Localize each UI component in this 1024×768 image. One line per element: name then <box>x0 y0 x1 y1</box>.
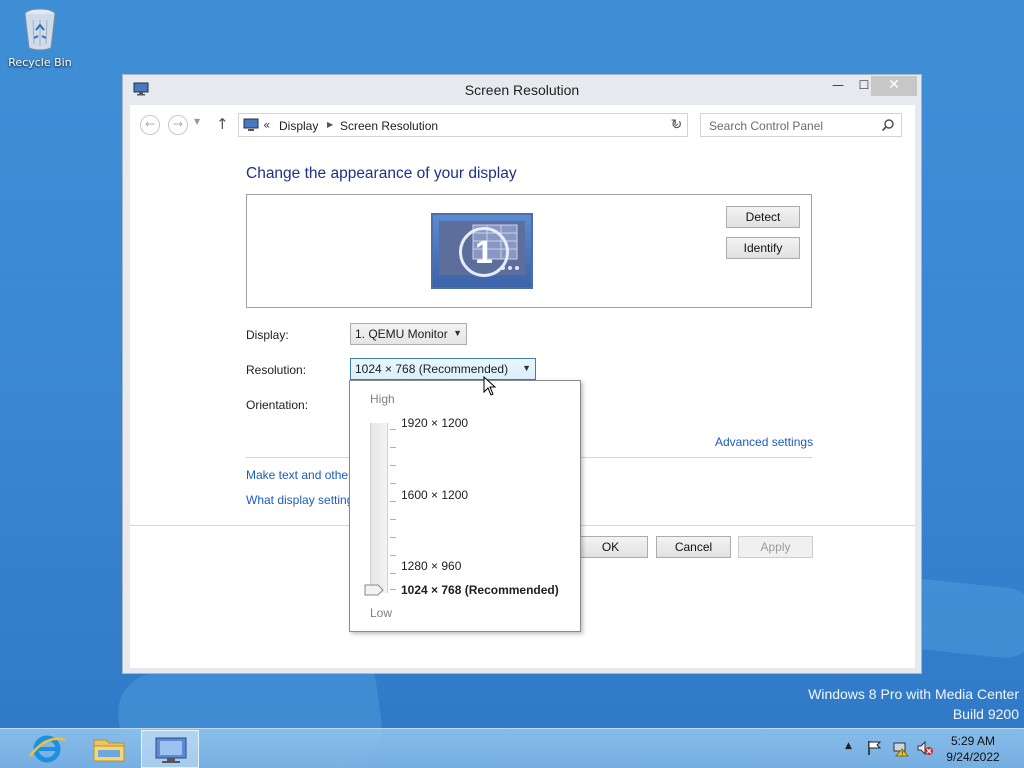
folder-icon <box>93 739 125 762</box>
slider-tick <box>390 501 396 502</box>
slider-tick <box>390 483 396 484</box>
clock-date: 9/24/2022 <box>946 750 1000 764</box>
volume-muted-icon[interactable] <box>916 739 934 757</box>
slider-low-label: Low <box>370 606 393 620</box>
slider-high-label: High <box>370 392 395 406</box>
breadcrumb-screen-resolution[interactable]: Screen Resolution <box>340 119 438 133</box>
taskbar: ▲ ! 5:29 AM 9/24/2022 <box>0 728 1024 768</box>
watermark-build: Build 9200 <box>952 706 1019 722</box>
clock-time: 5:29 AM <box>950 734 996 748</box>
action-center-flag-icon[interactable] <box>866 739 884 757</box>
slider-thumb[interactable] <box>364 584 384 596</box>
os-watermark: Windows 8 Pro with Media Center Build 92… <box>808 684 1019 724</box>
detect-button[interactable]: Detect <box>726 206 800 228</box>
resolution-option[interactable]: 1920 × 1200 <box>401 416 468 430</box>
recent-locations-chevron-icon[interactable]: ▼ <box>194 117 200 126</box>
monitor-1-thumbnail[interactable]: 1 <box>431 213 533 289</box>
file-explorer-taskbar-button[interactable] <box>80 730 138 768</box>
orientation-label: Orientation: <box>246 398 309 412</box>
show-hidden-icons-chevron[interactable]: ▲ <box>845 741 852 751</box>
display-label: Display: <box>246 328 289 342</box>
slider-tick <box>390 447 396 448</box>
resolution-slider-flyout: High 1920 × 1200 1600 × 1200 1280 × 960 … <box>349 380 581 632</box>
taskbar-clock[interactable]: 5:29 AM 9/24/2022 <box>940 733 1006 765</box>
back-arrow-icon[interactable]: ← <box>140 115 160 135</box>
up-arrow-icon[interactable]: ↑ <box>216 115 229 133</box>
svg-text:!: ! <box>901 751 903 758</box>
resolution-slider-track[interactable] <box>370 423 388 593</box>
slider-tick <box>390 519 396 520</box>
resolution-label: Resolution: <box>246 363 307 377</box>
slider-tick <box>390 537 396 538</box>
monitor-number: 1 <box>459 227 509 277</box>
title-bar[interactable]: Screen Resolution — ☐ ✕ <box>123 75 921 105</box>
watermark-edition: Windows 8 Pro with Media Center <box>808 686 1019 702</box>
control-panel-location-icon <box>243 118 259 135</box>
mouse-pointer-icon <box>483 375 497 399</box>
resolution-option-selected[interactable]: 1024 × 768 (Recommended) <box>401 583 559 597</box>
resolution-select[interactable]: 1024 × 768 (Recommended) ▼ <box>350 358 536 380</box>
forward-arrow-icon[interactable]: → <box>168 115 188 135</box>
refresh-icon[interactable]: ↻ <box>666 113 688 137</box>
address-bar[interactable]: « Display ▶ Screen Resolution ⌄ <box>238 113 688 137</box>
breadcrumb-display[interactable]: Display <box>279 119 318 133</box>
minimize-button[interactable]: — <box>825 76 851 96</box>
breadcrumb-separator-icon[interactable]: ▶ <box>327 120 333 129</box>
slider-tick <box>390 589 396 590</box>
slider-tick <box>390 555 396 556</box>
display-select[interactable]: 1. QEMU Monitor ▼ <box>350 323 467 345</box>
display-select-value: 1. QEMU Monitor <box>355 327 448 341</box>
window-title: Screen Resolution <box>464 82 580 98</box>
close-button[interactable]: ✕ <box>871 76 917 96</box>
network-warning-icon[interactable]: ! <box>892 739 910 758</box>
internet-explorer-icon <box>29 735 66 763</box>
chevron-down-icon: ▼ <box>453 328 462 338</box>
search-control-panel-input[interactable]: Search Control Panel <box>700 113 902 137</box>
search-placeholder: Search Control Panel <box>709 119 824 133</box>
display-settings-help-link[interactable]: What display setting <box>246 493 353 507</box>
monitor-screen: 1 <box>439 221 525 277</box>
control-panel-taskbar-button[interactable] <box>141 730 199 768</box>
display-preview-panel: 1 Detect Identify <box>246 194 812 308</box>
chevron-down-icon: ▼ <box>522 363 531 373</box>
slider-tick <box>390 429 396 430</box>
page-title: Change the appearance of your display <box>246 165 517 182</box>
slider-tick <box>390 465 396 466</box>
recycle-bin-label: Recycle Bin <box>8 56 72 69</box>
resolution-option[interactable]: 1280 × 960 <box>401 559 461 573</box>
apply-button[interactable]: Apply <box>738 536 813 558</box>
internet-explorer-taskbar-button[interactable] <box>18 730 76 768</box>
resolution-select-value: 1024 × 768 (Recommended) <box>355 362 509 376</box>
slider-tick <box>390 573 396 574</box>
advanced-settings-link[interactable]: Advanced settings <box>715 435 813 449</box>
control-panel-icon <box>155 737 187 763</box>
ok-button[interactable]: OK <box>573 536 648 558</box>
recycle-bin-shortcut[interactable]: Recycle Bin <box>4 6 76 69</box>
address-overflow-chevron[interactable]: « <box>263 118 270 132</box>
identify-button[interactable]: Identify <box>726 237 800 259</box>
recycle-bin-icon <box>20 6 60 52</box>
cancel-button[interactable]: Cancel <box>656 536 731 558</box>
search-icon[interactable] <box>881 118 895 135</box>
text-size-link[interactable]: Make text and other <box>246 468 352 482</box>
resolution-option[interactable]: 1600 × 1200 <box>401 488 468 502</box>
